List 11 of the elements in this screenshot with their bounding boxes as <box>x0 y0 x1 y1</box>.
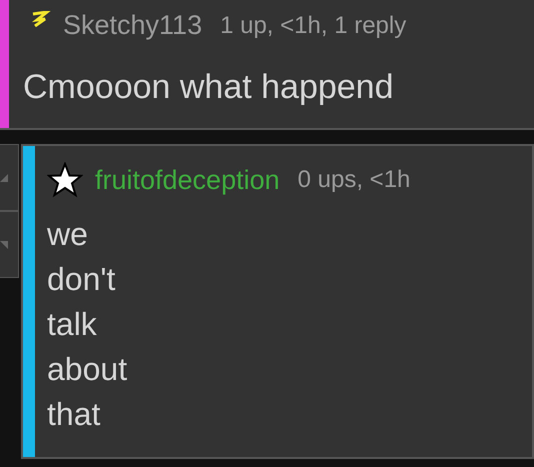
comment-meta: 1 up, <1h, 1 reply <box>220 12 406 40</box>
comment-text: we don't talk about that <box>47 215 128 434</box>
upvote-icon <box>0 174 8 182</box>
comment-text: Cmoooon what happend <box>23 67 394 107</box>
downvote-button[interactable] <box>0 211 19 278</box>
star-icon <box>47 162 83 198</box>
username[interactable]: fruitofdeception <box>95 164 280 196</box>
upvote-button[interactable] <box>0 144 19 211</box>
username[interactable]: Sketchy113 <box>63 10 202 41</box>
downvote-icon <box>0 240 8 248</box>
comment-meta: 0 ups, <1h <box>298 166 410 194</box>
